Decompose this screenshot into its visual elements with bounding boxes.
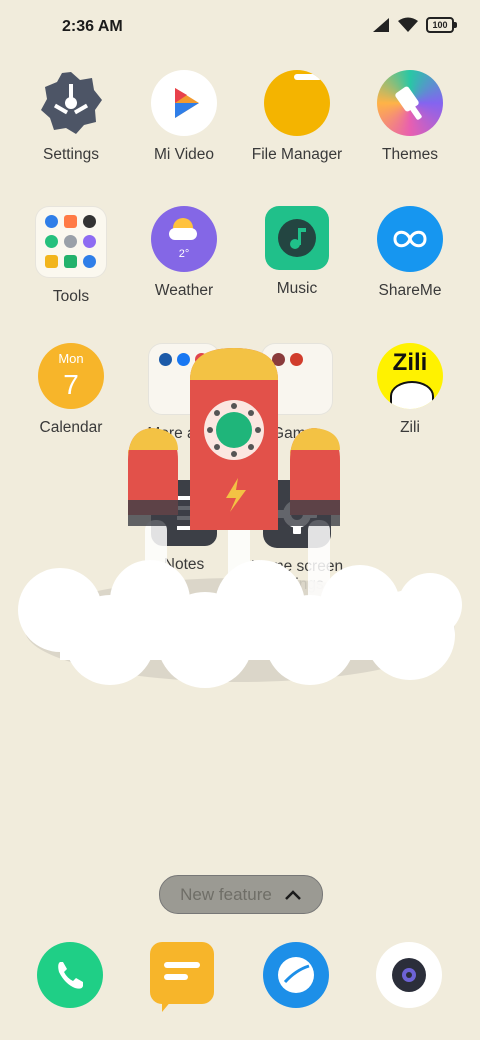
message-icon	[162, 962, 200, 1012]
app-label: Tools	[52, 288, 90, 305]
calendar-icon: Mon 7	[38, 343, 104, 409]
app-label: Music	[276, 280, 318, 297]
status-icons: 100	[372, 17, 457, 33]
battery-icon: 100	[426, 17, 457, 33]
dock-phone[interactable]	[37, 942, 103, 1008]
wifi-icon	[398, 17, 418, 32]
app-shareme[interactable]: ShareMe	[354, 206, 466, 300]
browser-icon	[278, 957, 314, 993]
app-games-folder[interactable]: Games	[241, 343, 353, 443]
chevron-up-icon	[284, 889, 301, 900]
app-label: ShareMe	[378, 282, 442, 299]
app-tools[interactable]: Tools	[15, 206, 127, 306]
app-label: Calendar	[39, 419, 103, 436]
tools-folder-icon	[35, 206, 107, 278]
app-mi-video[interactable]: Mi Video	[128, 70, 240, 164]
app-label: Notes	[163, 556, 205, 573]
app-label: Zili	[400, 419, 420, 436]
phone-icon	[58, 962, 83, 989]
app-more-apps-folder[interactable]: More apps	[128, 343, 240, 443]
app-weather[interactable]: 2° Weather	[128, 206, 240, 300]
notes-icon	[151, 480, 217, 546]
folder-icon	[148, 343, 220, 415]
app-label: Home screen settings	[250, 558, 344, 593]
settings-icon	[38, 70, 104, 136]
zili-logo-text: Zili	[392, 349, 428, 376]
app-file-manager[interactable]: File Manager	[241, 70, 353, 164]
folder-icon	[264, 70, 330, 136]
app-home-screen-settings[interactable]: Home screen settings	[241, 480, 353, 594]
app-label: Themes	[382, 146, 438, 163]
new-feature-button[interactable]: New feature	[159, 875, 323, 914]
status-time: 2:36 AM	[62, 18, 123, 35]
app-zili[interactable]: Zili Zili	[354, 343, 466, 437]
app-settings[interactable]: Settings	[15, 70, 127, 164]
app-calendar[interactable]: Mon 7 Calendar	[15, 343, 127, 437]
app-label: Weather	[154, 282, 214, 299]
weather-icon: 2°	[151, 206, 217, 272]
paintbrush-icon	[377, 70, 443, 136]
dock-messages[interactable]	[150, 942, 214, 1012]
calendar-date: 7	[63, 369, 79, 400]
camera-icon	[392, 958, 426, 992]
app-label: Mi Video	[153, 146, 215, 163]
new-feature-label: New feature	[180, 884, 272, 904]
video-play-icon	[151, 70, 217, 136]
status-bar: 2:36 AM 100	[0, 0, 480, 56]
weather-temp: 2°	[178, 248, 190, 260]
gear-icon	[263, 480, 331, 548]
app-themes[interactable]: Themes	[354, 70, 466, 164]
music-icon	[265, 206, 329, 270]
infinity-icon	[377, 206, 443, 272]
dock-browser[interactable]	[263, 942, 329, 1008]
app-label: Games	[272, 425, 322, 442]
dock-camera[interactable]	[376, 942, 442, 1008]
folder-icon	[261, 343, 333, 415]
app-label: More apps	[147, 425, 221, 442]
app-label: File Manager	[251, 146, 343, 163]
app-music[interactable]: Music	[241, 206, 353, 298]
zili-icon: Zili	[377, 343, 443, 409]
signal-icon	[373, 18, 389, 32]
app-label: Settings	[42, 146, 99, 163]
calendar-day: Mon	[58, 351, 84, 366]
app-notes[interactable]: Notes	[128, 480, 240, 574]
